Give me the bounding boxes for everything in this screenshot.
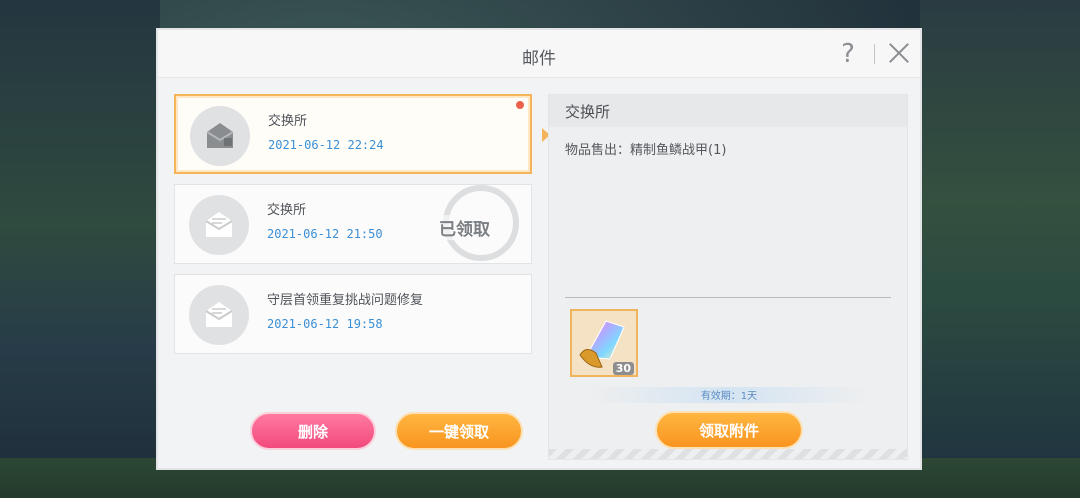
mail-item[interactable]: 交换所 2021-06-12 22:24 <box>174 94 532 174</box>
claimed-stamp: 已领取 <box>429 185 521 261</box>
expire-label: 有效期：1天 <box>589 387 869 403</box>
mail-open-icon <box>189 285 249 345</box>
dialog-title: 邮件 <box>522 49 556 69</box>
claim-attachment-button[interactable]: 领取附件 <box>655 411 803 449</box>
mail-item[interactable]: 交换所 2021-06-12 21:50 已领取 <box>174 184 532 264</box>
title-bar: 邮件 ? <box>158 30 920 78</box>
delete-button[interactable]: 删除 <box>250 412 376 450</box>
mail-title: 交换所 <box>268 114 308 129</box>
mail-detail-panel: 交换所 物品售出：精制鱼鳞战甲(1) 30 有效期：1天 领取附件 <box>548 94 908 460</box>
detail-header: 交换所 <box>549 95 907 127</box>
claim-all-button[interactable]: 一键领取 <box>395 412 523 450</box>
help-button[interactable]: ? <box>836 39 860 69</box>
background-right <box>920 0 1080 498</box>
mail-date: 2021-06-12 22:24 <box>268 138 384 152</box>
mail-date: 2021-06-12 21:50 <box>267 227 383 241</box>
background-left <box>0 0 160 498</box>
detail-divider <box>565 297 891 298</box>
attachment-item[interactable]: 30 <box>570 309 638 377</box>
unread-dot <box>516 101 524 109</box>
detail-title: 交换所 <box>565 103 611 121</box>
title-divider <box>874 44 875 64</box>
decorative-stripe <box>549 449 907 459</box>
detail-body: 物品售出：精制鱼鳞战甲(1) <box>565 143 727 158</box>
mail-date: 2021-06-12 19:58 <box>267 317 383 331</box>
mail-open-icon <box>189 195 249 255</box>
mail-title: 交换所 <box>267 203 307 218</box>
mail-dialog: 邮件 ? 交换所 2021-06-12 22:24 交换所 2021-06-12 <box>156 28 922 470</box>
mail-open-icon <box>190 106 250 166</box>
mail-item[interactable]: 守层首领重复挑战问题修复 2021-06-12 19:58 <box>174 274 532 354</box>
mail-title: 守层首领重复挑战问题修复 <box>267 293 424 308</box>
close-button[interactable] <box>886 40 912 66</box>
attachment-count: 30 <box>612 362 634 375</box>
claimed-label: 已领取 <box>439 215 490 240</box>
